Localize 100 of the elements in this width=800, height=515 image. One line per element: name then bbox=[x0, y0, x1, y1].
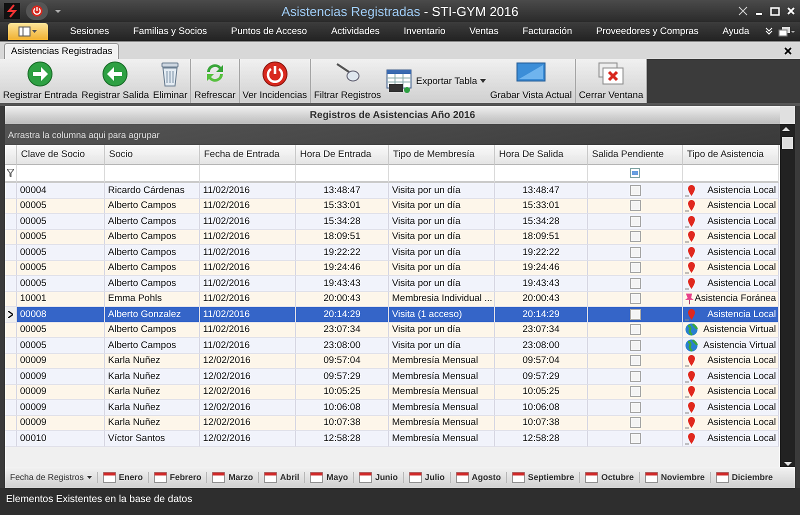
filter-cell[interactable] bbox=[17, 165, 105, 183]
dropdown-button[interactable]: Fecha de Registros bbox=[5, 472, 97, 482]
menu-item[interactable]: Proveedores y Compras bbox=[584, 26, 711, 37]
column-header[interactable]: Hora De Salida bbox=[495, 145, 588, 165]
checkbox[interactable] bbox=[630, 231, 640, 242]
checkbox[interactable] bbox=[630, 246, 640, 258]
table-cell: 20:14:29 bbox=[495, 307, 588, 322]
menu-item[interactable]: Sesiones bbox=[58, 26, 122, 37]
close-icon[interactable] bbox=[784, 46, 792, 54]
attendance-type: Asistencia Local bbox=[707, 262, 776, 274]
dropdown-icon[interactable] bbox=[54, 7, 62, 15]
document-tab[interactable]: Asistencias Registradas bbox=[4, 43, 120, 59]
checkbox[interactable] bbox=[630, 340, 640, 351]
app-menu-button[interactable] bbox=[8, 23, 48, 40]
checkbox[interactable] bbox=[630, 402, 640, 413]
table-cell: 00009 bbox=[17, 416, 105, 431]
table-cell: Membresía Mensual bbox=[389, 354, 495, 369]
filter-cell[interactable] bbox=[200, 165, 296, 183]
month-button[interactable]: Junio bbox=[353, 472, 403, 482]
checkbox[interactable] bbox=[630, 216, 640, 227]
calendar-icon bbox=[716, 472, 729, 482]
column-header[interactable]: Tipo de Membresía bbox=[389, 145, 495, 165]
table-cell: 09:57:29 bbox=[296, 369, 389, 384]
table-cell: 00005 bbox=[17, 245, 105, 260]
checkbox[interactable] bbox=[630, 278, 640, 289]
month-button[interactable]: Enero bbox=[96, 472, 148, 482]
month-button[interactable]: Noviembre bbox=[638, 472, 710, 482]
power-button[interactable] bbox=[26, 2, 48, 20]
row-header[interactable] bbox=[5, 307, 17, 322]
checkbox[interactable] bbox=[630, 200, 640, 212]
checkbox[interactable] bbox=[630, 355, 640, 366]
checkbox[interactable] bbox=[630, 308, 640, 320]
month-button[interactable]: Mayo bbox=[304, 472, 354, 482]
column-header[interactable]: Tipo de Asistencia bbox=[683, 145, 779, 165]
filter-cell[interactable] bbox=[105, 165, 200, 183]
checkbox[interactable] bbox=[630, 432, 640, 444]
windows-icon[interactable] bbox=[778, 26, 796, 38]
toolbar-button[interactable]: Ver Incidencias bbox=[240, 59, 309, 103]
calendar-icon bbox=[408, 472, 422, 482]
table-cell: Membresía Mensual bbox=[389, 384, 495, 400]
attendance-type: Asistencia Local bbox=[707, 200, 776, 212]
toolbar-button[interactable]: Refrescar bbox=[192, 59, 238, 103]
toolbar-button[interactable]: Eliminar bbox=[151, 59, 190, 103]
column-header[interactable]: Fecha de Entrada bbox=[200, 145, 296, 165]
column-header[interactable]: Hora De Entrada bbox=[296, 145, 389, 165]
table-cell: Alberto Campos bbox=[105, 214, 200, 230]
toolbar-button[interactable]: Registrar Salida bbox=[79, 59, 152, 103]
toolbar-button[interactable]: Cerrar Ventana bbox=[576, 59, 646, 103]
table-cell: 09:57:04 bbox=[495, 354, 588, 369]
menu-item[interactable]: Puntos de Acceso bbox=[219, 26, 320, 37]
table-cell: Alberto Campos bbox=[105, 198, 200, 214]
scroll-thumb[interactable] bbox=[782, 137, 793, 149]
scroll-up-icon[interactable] bbox=[782, 126, 790, 132]
chevron-icon[interactable] bbox=[764, 26, 774, 36]
scrollbar[interactable] bbox=[780, 124, 795, 466]
month-button[interactable]: Julio bbox=[402, 472, 450, 482]
menu-item[interactable]: Familias y Socios bbox=[121, 26, 220, 37]
checkbox[interactable] bbox=[630, 324, 640, 336]
app-logo-icon[interactable] bbox=[4, 3, 20, 19]
month-button[interactable]: Abril bbox=[258, 472, 304, 482]
table-cell: 19:43:43 bbox=[495, 276, 588, 292]
power-icon bbox=[31, 5, 43, 17]
filter-cell[interactable] bbox=[495, 165, 588, 183]
month-button[interactable]: Agosto bbox=[450, 472, 506, 482]
menu-item[interactable]: Ventas bbox=[457, 26, 510, 37]
month-button[interactable]: Febrero bbox=[148, 472, 206, 482]
checkbox[interactable] bbox=[630, 293, 640, 304]
checkbox[interactable] bbox=[630, 417, 640, 428]
filter-cell[interactable] bbox=[389, 165, 495, 183]
month-button[interactable]: Septiembre bbox=[506, 472, 580, 482]
toolbar-button[interactable]: Registrar Entrada bbox=[1, 59, 80, 103]
table-cell: 11/02/2016 bbox=[200, 322, 296, 338]
checkbox[interactable] bbox=[630, 262, 640, 274]
filter-cell[interactable] bbox=[5, 165, 17, 183]
filter-cell[interactable] bbox=[588, 165, 683, 183]
table-cell: Karla Nuñez bbox=[105, 400, 200, 416]
column-header[interactable]: Socio bbox=[105, 145, 200, 165]
maximize-icon[interactable] bbox=[770, 6, 780, 16]
table-cell: Visita por un día bbox=[389, 322, 495, 338]
table-cell: 18:09:51 bbox=[296, 230, 389, 245]
month-button[interactable]: Diciembre bbox=[710, 472, 778, 482]
table-cell: 19:22:22 bbox=[296, 245, 389, 260]
map-pin-icon bbox=[685, 400, 696, 414]
toolbar-button[interactable]: Grabar Vista Actual bbox=[488, 59, 574, 103]
column-header[interactable]: Clave de Socio bbox=[17, 145, 105, 165]
filter-cell[interactable] bbox=[683, 165, 779, 183]
menu-item[interactable]: Facturación bbox=[510, 26, 584, 37]
menu-item[interactable]: Actividades bbox=[319, 26, 392, 37]
month-button[interactable]: Octubre bbox=[579, 472, 639, 482]
checkbox[interactable] bbox=[630, 386, 640, 398]
checkbox[interactable] bbox=[630, 184, 640, 196]
toolbar-button[interactable]: Filtrar Registros bbox=[312, 59, 384, 103]
column-header[interactable]: Salida Pendiente bbox=[588, 145, 683, 165]
menu-item[interactable]: Inventario bbox=[392, 26, 458, 37]
attendance-type: Asistencia Virtual bbox=[703, 324, 776, 336]
menu-item[interactable]: Ayuda bbox=[710, 26, 762, 37]
filter-cell[interactable] bbox=[296, 165, 389, 183]
checkbox[interactable] bbox=[630, 370, 640, 382]
export-table-button[interactable]: Exportar Tabla bbox=[383, 59, 488, 103]
month-button[interactable]: Marzo bbox=[206, 472, 258, 482]
